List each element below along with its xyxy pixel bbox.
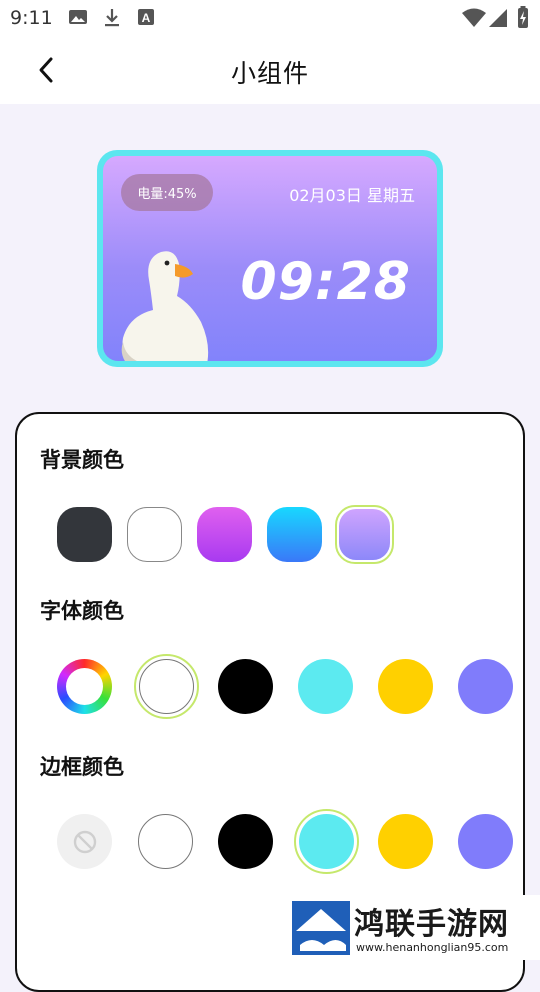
download-icon	[105, 9, 119, 27]
status-bar: 9:11 A	[0, 0, 540, 36]
svg-text:A: A	[142, 11, 151, 25]
border-color-cyan[interactable]	[299, 814, 354, 869]
bg-color-purple-gradient[interactable]	[197, 507, 252, 562]
font-color-title: 字体颜色	[40, 599, 124, 623]
font-color-cyan[interactable]	[298, 659, 353, 714]
battery-badge: 电量:45%	[121, 174, 213, 211]
widget-preview-card: 电量:45% 02月03日 星期五 09:28	[103, 156, 437, 361]
border-color-yellow[interactable]	[378, 814, 433, 869]
bg-color-white[interactable]	[127, 507, 182, 562]
widget-clock: 09:28	[240, 252, 411, 312]
background-color-title: 背景颜色	[40, 448, 124, 472]
watermark-logo-icon	[292, 901, 350, 955]
font-color-yellow[interactable]	[378, 659, 433, 714]
image-icon	[69, 10, 87, 24]
watermark-name: 鸿联手游网	[354, 907, 509, 942]
border-color-title: 边框颜色	[40, 755, 124, 779]
signal-icon	[489, 9, 507, 27]
bg-color-lavender-fill	[339, 509, 390, 560]
font-color-white[interactable]	[139, 659, 194, 714]
bg-color-blue-gradient[interactable]	[267, 507, 322, 562]
no-border-icon	[73, 830, 96, 853]
font-color-black[interactable]	[218, 659, 273, 714]
border-color-black[interactable]	[218, 814, 273, 869]
battery-charging-icon	[518, 6, 528, 28]
border-color-white[interactable]	[138, 814, 193, 869]
font-color-violet[interactable]	[458, 659, 513, 714]
bg-color-lavender-gradient-selected[interactable]	[335, 505, 394, 564]
border-color-violet[interactable]	[458, 814, 513, 869]
border-color-none[interactable]	[57, 814, 112, 869]
font-color-picker-wheel[interactable]	[57, 659, 112, 714]
watermark: 鸿联手游网 www.henanhonglian95.com	[282, 895, 540, 960]
status-time: 9:11	[10, 7, 53, 29]
page-title: 小组件	[230, 59, 309, 88]
app-header: 小组件	[0, 36, 540, 104]
wifi-icon	[462, 8, 486, 27]
duck-illustration	[121, 251, 209, 361]
bg-color-dark[interactable]	[57, 507, 112, 562]
widget-date: 02月03日 星期五	[289, 186, 415, 205]
widget-preview: 电量:45% 02月03日 星期五 09:28	[97, 150, 443, 367]
watermark-url: www.henanhonglian95.com	[356, 941, 509, 954]
color-wheel-center	[66, 668, 103, 705]
app-notification-icon: A	[138, 9, 154, 25]
